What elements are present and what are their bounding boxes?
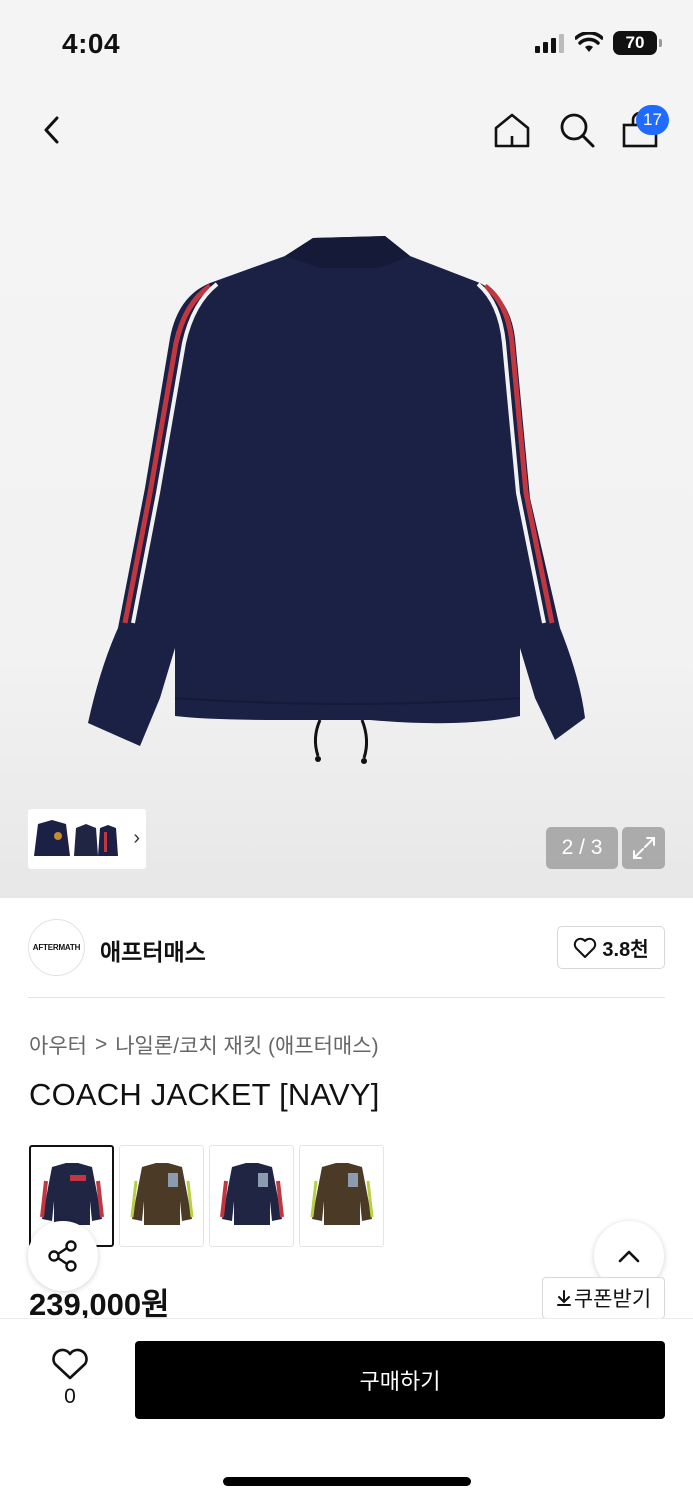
home-icon (494, 113, 530, 148)
swatch-image (130, 1163, 193, 1225)
breadcrumb-parent[interactable]: 아우터 (29, 1030, 87, 1060)
search-button[interactable] (555, 108, 599, 152)
download-icon (556, 1290, 571, 1306)
swatch-image (219, 1163, 284, 1225)
expand-icon (632, 837, 655, 859)
heart-icon (574, 937, 597, 958)
coupon-label: 쿠폰받기 (573, 1288, 652, 1311)
product-gallery[interactable]: 17 › 2 / 3 (0, 88, 693, 898)
breadcrumb: 아우터 > 나일론/코치 재킷 (애프터매스) (29, 1030, 379, 1060)
brand-like-button[interactable]: 3.8천 (557, 926, 665, 969)
brand-name[interactable]: 애프터매스 (100, 933, 206, 967)
cart-count-badge: 17 (636, 105, 669, 135)
product-title: COACH JACKET [NAVY] (29, 1077, 380, 1112)
home-indicator (223, 1477, 471, 1486)
coupon-button[interactable]: 쿠폰받기 (542, 1277, 665, 1319)
breadcrumb-separator-icon: > (94, 1033, 108, 1056)
thumbnail-strip[interactable]: › (28, 809, 146, 869)
status-icons: 70 (535, 31, 662, 55)
bottom-action-bar: 0 구매하기 (0, 1318, 693, 1500)
status-time: 4:04 (62, 28, 121, 59)
breadcrumb-child[interactable]: 나일론/코치 재킷 (애프터매스) (115, 1030, 378, 1060)
swatch-image (39, 1163, 104, 1225)
chevron-up-icon (618, 1250, 640, 1263)
search-icon (560, 113, 595, 148)
brand-logo[interactable]: AFTERMATH (28, 919, 85, 976)
swatch-image (310, 1163, 373, 1225)
brand-like-count: 3.8천 (602, 939, 649, 961)
signal-icon (535, 34, 564, 53)
wifi-icon (575, 32, 603, 52)
status-bar: 4:04 70 (0, 0, 693, 88)
swatch-navy-2[interactable] (209, 1145, 294, 1247)
buy-button[interactable]: 구매하기 (135, 1341, 665, 1419)
image-page-counter: 2 / 3 (546, 827, 618, 869)
swatch-brown[interactable] (119, 1145, 204, 1247)
back-button[interactable] (30, 108, 74, 152)
brand-logo-text: AFTERMATH (32, 943, 81, 952)
swatch-brown-2[interactable] (299, 1145, 384, 1247)
share-icon (48, 1240, 77, 1272)
battery-indicator: 70 (613, 31, 662, 55)
thumbnail-jackets (34, 820, 118, 856)
chevron-right-icon: › (133, 827, 140, 849)
wishlist-count: 0 (64, 1385, 76, 1408)
product-image-jacket (88, 236, 585, 764)
home-button[interactable] (490, 108, 534, 152)
chevron-left-icon (44, 116, 59, 144)
heart-icon (52, 1348, 88, 1380)
expand-image-button[interactable] (622, 827, 665, 869)
wishlist-button[interactable]: 0 (46, 1347, 94, 1409)
divider (28, 997, 665, 998)
